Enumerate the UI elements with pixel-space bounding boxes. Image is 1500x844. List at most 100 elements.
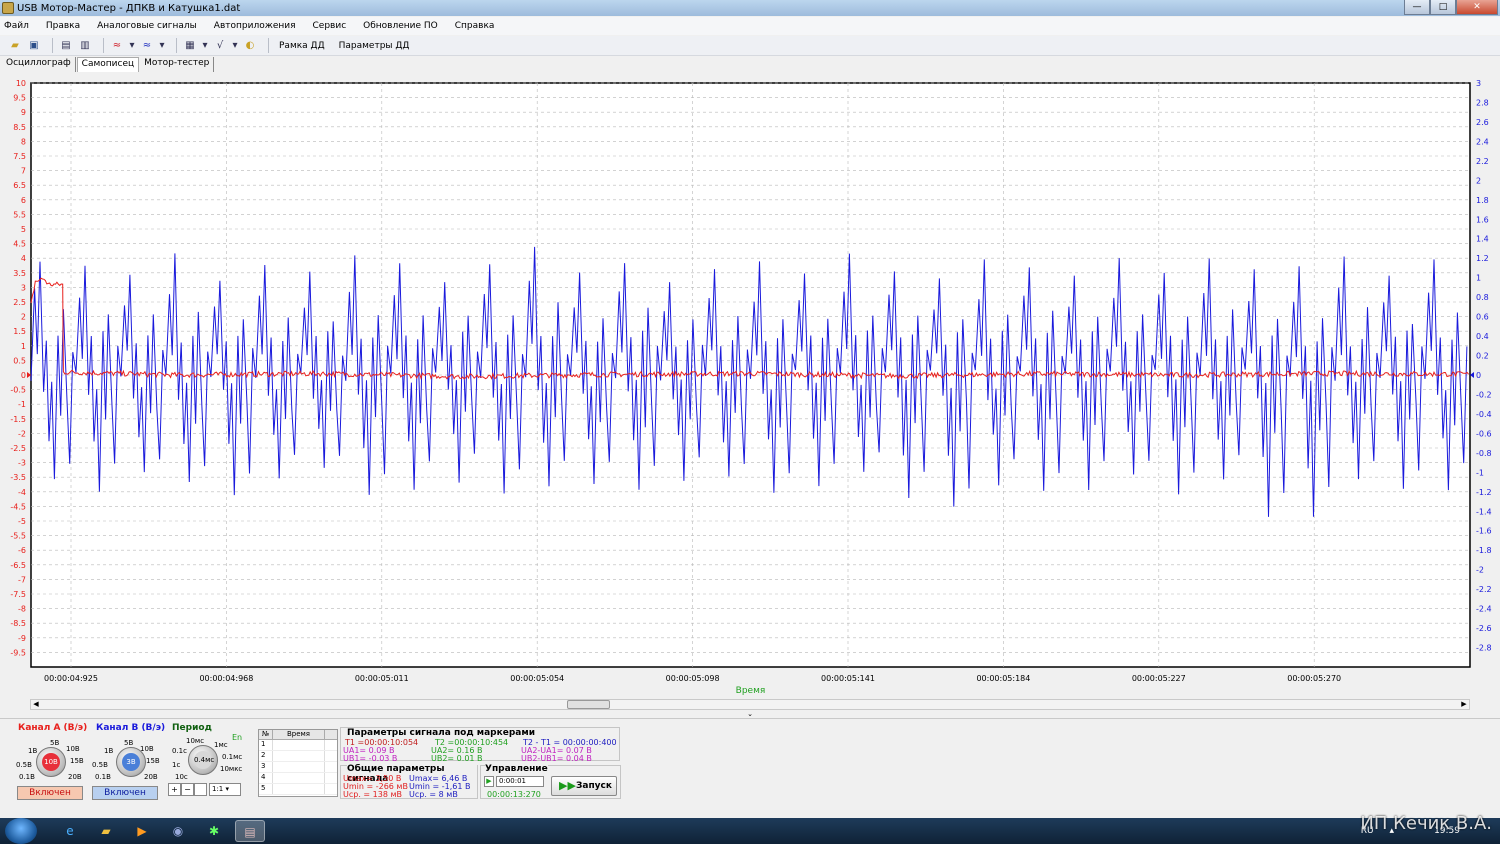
math-function-icon[interactable]: √ — [213, 39, 227, 53]
row-number: 3 — [259, 762, 273, 772]
motor-master-taskbar-icon[interactable]: ▤ — [235, 820, 265, 842]
watermark: ИП Кечик В.А. — [1360, 813, 1492, 834]
control-panel: Канал А (В/э) 10В 1В 5В 10В 0.5В 15В 0.1… — [0, 718, 1500, 811]
menu-service[interactable]: Сервис — [313, 21, 347, 31]
collapse-panel-icon[interactable]: ⌄ — [742, 711, 758, 718]
knob-label: 0.5В — [16, 761, 32, 769]
y-left-tick-label: 3 — [21, 283, 26, 292]
params-dd-button[interactable]: Параметры ДД — [339, 41, 410, 51]
x-tick-label: 00:00:05:227 — [1132, 674, 1186, 683]
zoom-out-icon[interactable]: − — [181, 783, 194, 796]
menu-update[interactable]: Обновление ПО — [363, 21, 438, 31]
close-button[interactable]: ✕ — [1456, 0, 1498, 15]
ie-icon[interactable]: e — [55, 820, 85, 842]
menu-auto-apps[interactable]: Автоприложения — [214, 21, 296, 31]
print-icon[interactable]: ▥ — [78, 39, 92, 53]
waveform-chart[interactable]: 109.598.587.576.565.554.543.532.521.510.… — [0, 74, 1500, 699]
x-tick-label: 00:00:04:925 — [44, 674, 98, 683]
knob-label: 1с — [172, 761, 181, 769]
horizontal-scrollbar[interactable]: ◀ ▶ — [30, 699, 1470, 710]
ramka-dd-button[interactable]: Рамка ДД — [279, 41, 325, 51]
x-tick-label: 00:00:05:141 — [821, 674, 875, 683]
channel-b-title: Канал В (В/э) — [96, 723, 166, 733]
play-icon[interactable]: ▶ — [484, 776, 494, 787]
y-left-tick-label: 8.5 — [13, 123, 26, 132]
menu-analog-signals[interactable]: Аналоговые сигналы — [97, 21, 197, 31]
row-number: 5 — [259, 784, 273, 794]
knob-label: 10В — [140, 745, 154, 753]
y-right-tick-label: 0.4 — [1476, 332, 1489, 341]
app-icon[interactable]: ✱ — [199, 820, 229, 842]
zoom-in-icon[interactable]: + — [168, 783, 181, 796]
menu-file[interactable]: Файл — [4, 21, 29, 31]
dropdown-arrow-icon[interactable]: ▾ — [232, 39, 238, 53]
table-row[interactable]: 3 — [259, 762, 337, 773]
marker-params-group: Параметры сигнала под маркерами T1 =00:0… — [340, 727, 620, 763]
open-folder-icon[interactable]: ▰ — [8, 39, 22, 53]
y-right-tick-label: 3 — [1476, 79, 1481, 88]
period-knob[interactable]: 0.4мс — [188, 745, 218, 775]
marker-params-title: Параметры сигнала под маркерами — [347, 728, 536, 738]
y-left-tick-label: 8 — [21, 137, 26, 146]
menu-help[interactable]: Справка — [455, 21, 495, 31]
save-icon[interactable]: ▣ — [27, 39, 41, 53]
scroll-right-icon[interactable]: ▶ — [1459, 700, 1469, 709]
y-left-tick-label: 9.5 — [13, 94, 26, 103]
signal-a-icon[interactable]: ≈ — [110, 39, 124, 53]
tab-motor-tester[interactable]: Мотор-тестер — [140, 57, 215, 72]
channel-b-enable-button[interactable]: Включен — [92, 786, 158, 800]
run-icon: ▶▶ — [559, 779, 576, 792]
explorer-icon[interactable]: ▰ — [91, 820, 121, 842]
y-left-tick-label: 6 — [21, 196, 26, 205]
y-left-tick-label: -1.5 — [10, 415, 26, 424]
ratio-select[interactable]: 1:1 ▾ — [209, 783, 241, 796]
tab-oscilloscope[interactable]: Осциллограф — [2, 57, 76, 72]
x-tick-label: 00:00:05:098 — [666, 674, 720, 683]
x-tick-label: 00:00:05:184 — [976, 674, 1030, 683]
maximize-button[interactable]: □ — [1430, 0, 1456, 15]
dropdown-arrow-icon[interactable]: ▾ — [202, 39, 208, 53]
knob-label: 1В — [28, 747, 38, 755]
mode-tabs: Осциллограф Самописец Мотор-тестер — [0, 57, 1500, 72]
marker-table[interactable]: № Время 1 2 3 4 5 — [258, 729, 338, 797]
app-icon[interactable]: ◉ — [163, 820, 193, 842]
time-step-field[interactable]: 0:00:01 — [496, 776, 544, 787]
dropdown-arrow-icon[interactable]: ▾ — [129, 39, 135, 53]
table-row[interactable]: 4 — [259, 773, 337, 784]
run-button[interactable]: ▶▶ Запуск — [551, 776, 617, 796]
channel-a-enable-button[interactable]: Включен — [17, 786, 83, 800]
menu-edit[interactable]: Правка — [46, 21, 80, 31]
minimize-button[interactable]: — — [1404, 0, 1430, 15]
dub-value: UB2-UB1= 0.04 В — [521, 754, 592, 763]
tab-recorder[interactable]: Самописец — [76, 57, 140, 72]
channel-a-scale-knob[interactable]: 10В — [36, 747, 66, 777]
print-preview-icon[interactable]: ▤ — [59, 39, 73, 53]
scroll-thumb[interactable] — [567, 700, 610, 709]
y-left-tick-label: 10 — [16, 79, 26, 88]
row-number: 2 — [259, 751, 273, 761]
scroll-left-icon[interactable]: ◀ — [31, 700, 41, 709]
knob-label: 0.1мс — [222, 753, 243, 761]
y-right-tick-label: -0.4 — [1476, 410, 1492, 419]
period-enable-toggle[interactable]: En — [232, 733, 242, 742]
signal-b-icon[interactable]: ≈ — [140, 39, 154, 53]
table-row[interactable]: 1 — [259, 740, 337, 751]
y-left-tick-label: 9 — [21, 108, 26, 117]
toolbar-separator — [176, 38, 177, 53]
x-axis-label: Время — [736, 686, 766, 696]
table-row[interactable]: 2 — [259, 751, 337, 762]
start-button[interactable] — [5, 818, 37, 844]
sound-icon[interactable]: ◐ — [243, 39, 257, 53]
knob-label: 15В — [70, 757, 84, 765]
y-right-tick-label: 2.2 — [1476, 157, 1489, 166]
x-tick-label: 00:00:04:968 — [199, 674, 253, 683]
grid-settings-icon[interactable]: ▦ — [183, 39, 197, 53]
period-value: 0.4мс — [194, 751, 214, 769]
channel-b-scale-value: 3В — [122, 753, 140, 771]
y-right-tick-label: 0 — [1476, 371, 1481, 380]
dropdown-arrow-icon[interactable]: ▾ — [159, 39, 165, 53]
table-row[interactable]: 5 — [259, 784, 337, 795]
general-params-group: Общие параметры сигнала Umax= 3,50 В Umi… — [340, 764, 478, 799]
media-player-icon[interactable]: ▶ — [127, 820, 157, 842]
zoom-fit-icon[interactable] — [194, 783, 207, 796]
